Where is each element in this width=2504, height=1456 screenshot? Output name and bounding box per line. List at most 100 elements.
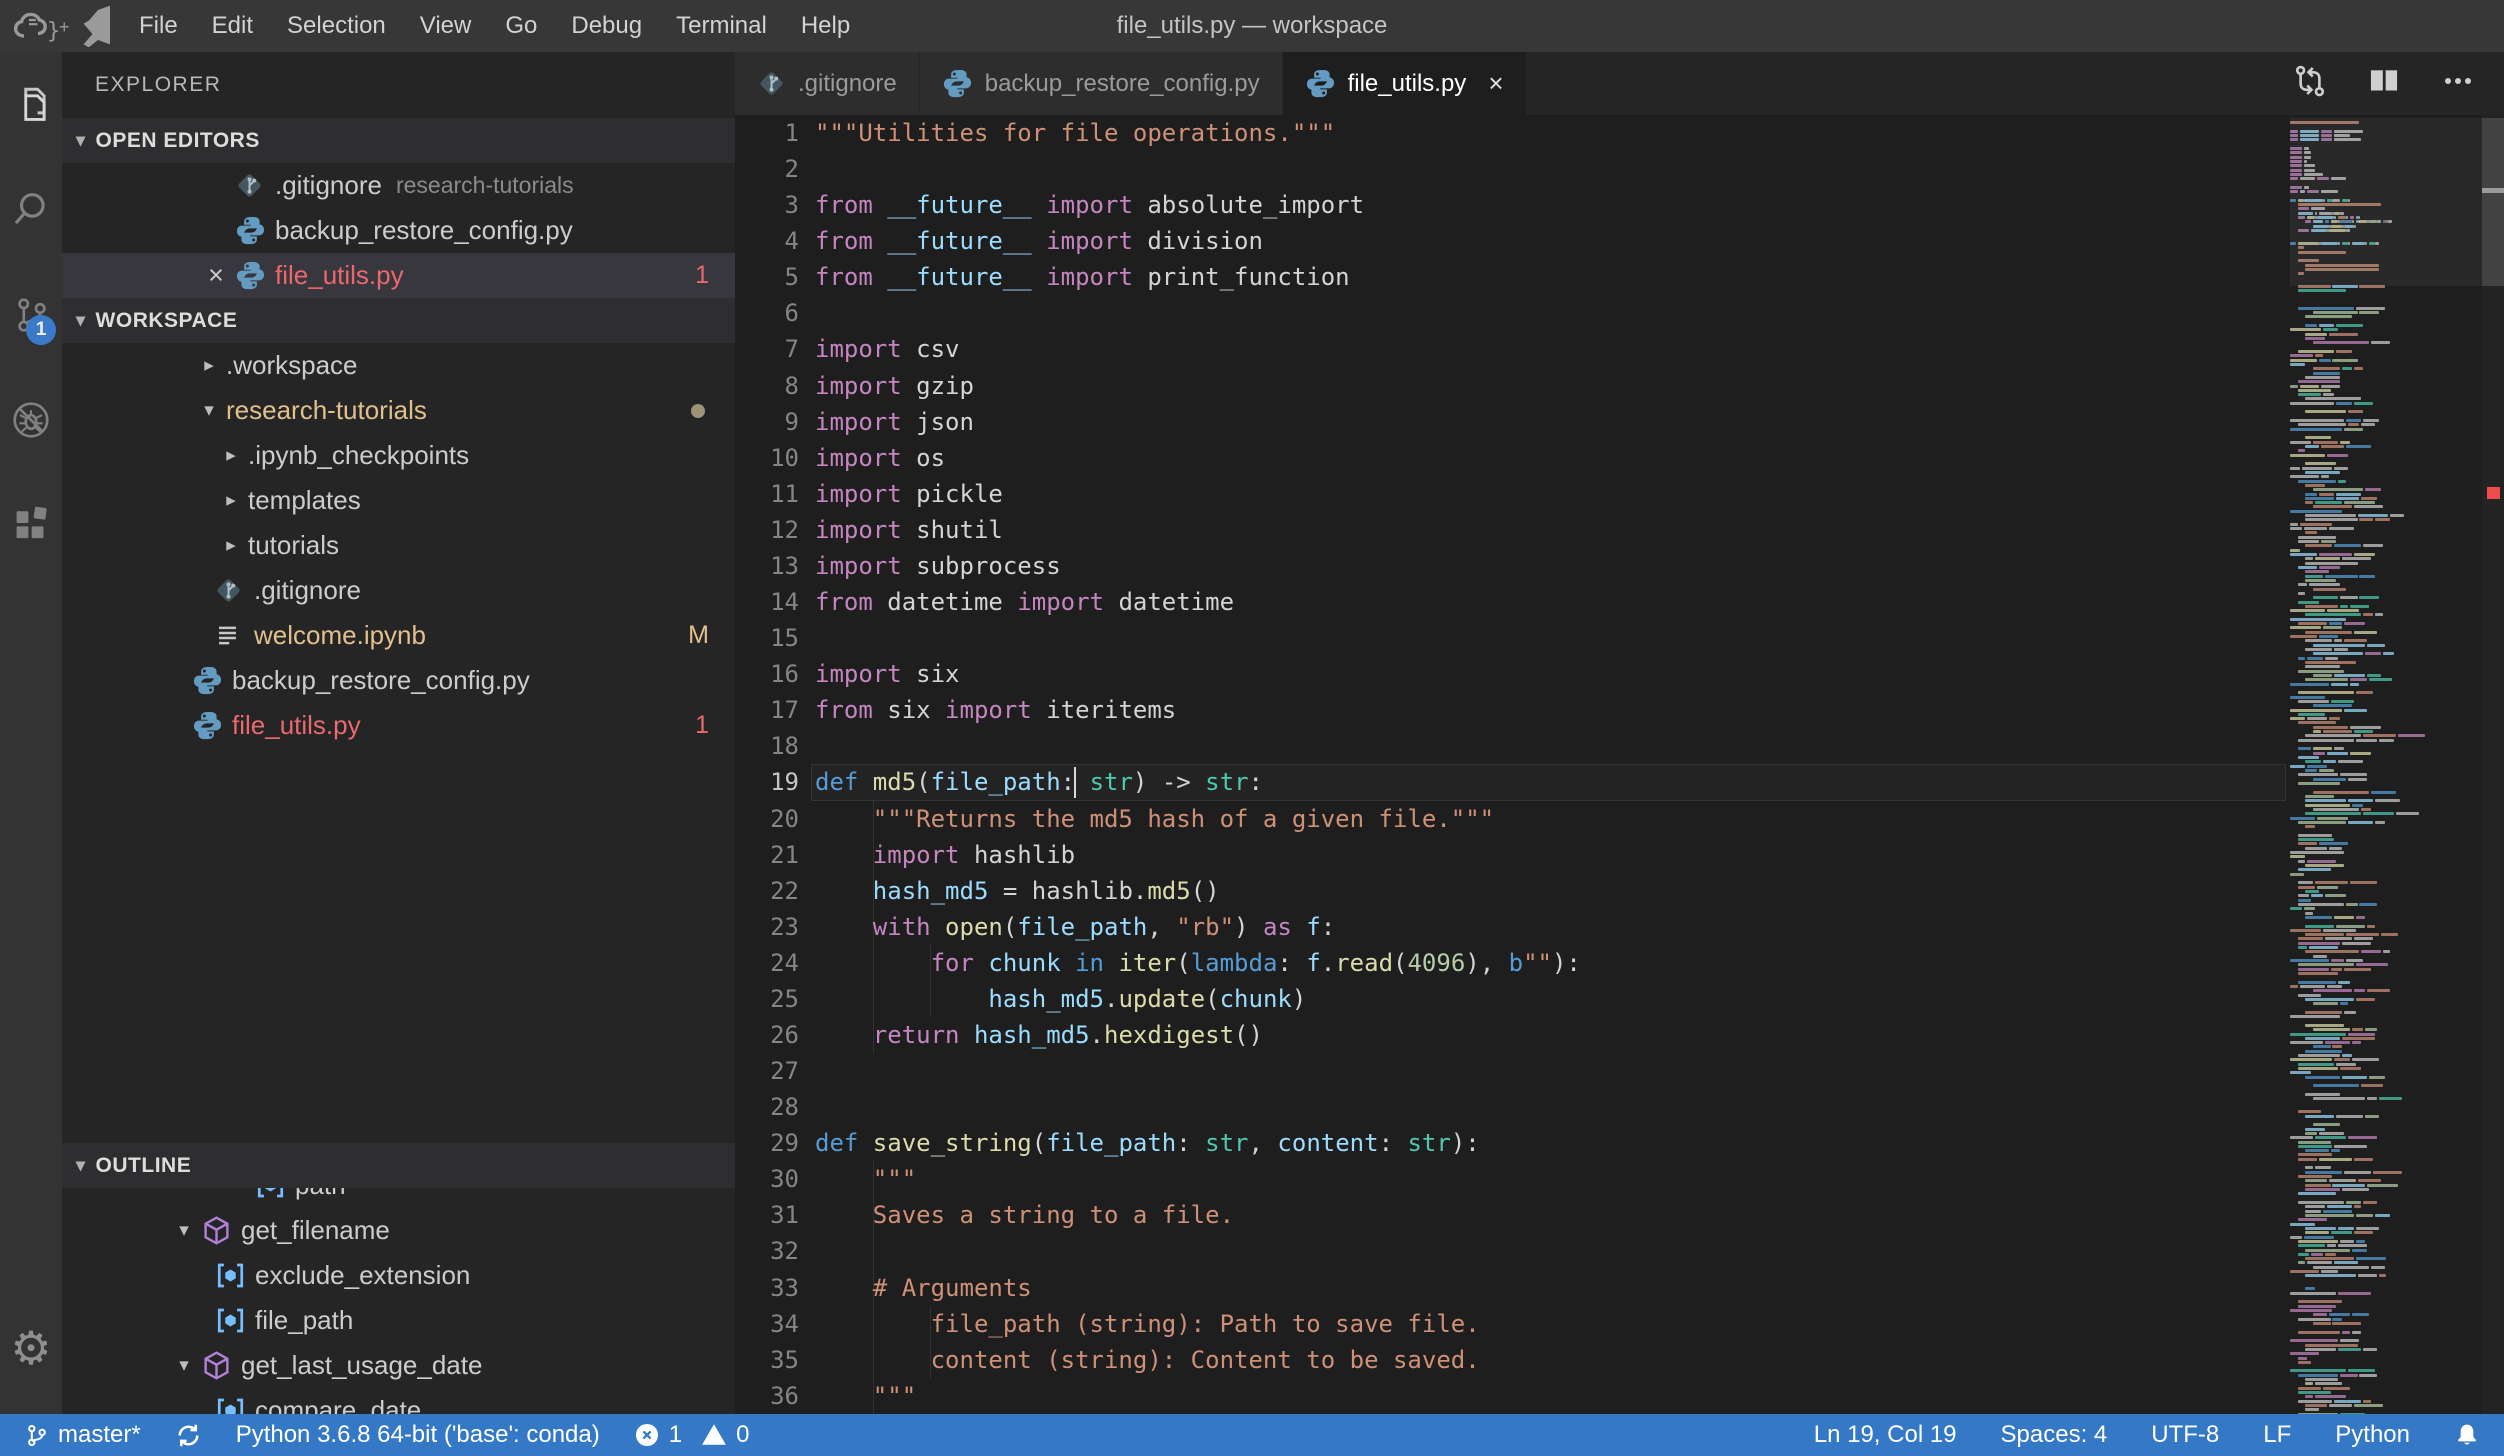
split-editor-button[interactable] [2366, 66, 2402, 102]
minimap-segment [2313, 1123, 2340, 1126]
open-changes-button[interactable] [2292, 66, 2328, 102]
sync-button[interactable] [175, 1422, 202, 1449]
indentation[interactable]: Spaces: 4 [2001, 1421, 2108, 1449]
scrollbar-thumb[interactable] [2482, 118, 2504, 286]
git-branch-status[interactable]: master* [24, 1421, 141, 1449]
outline-header[interactable]: ▾ OUTLINE [62, 1143, 735, 1188]
workspace-header[interactable]: ▾ WORKSPACE [62, 298, 735, 343]
error-icon [634, 1422, 660, 1448]
minimap-line [2290, 1033, 2482, 1036]
app-logo-icon: } + [6, 5, 116, 47]
tree-item--workspace[interactable]: ▸.workspace [62, 343, 735, 388]
outline-item-path[interactable]: path [62, 1188, 735, 1208]
minimap-segment [2329, 847, 2343, 850]
minimap-segment [2298, 449, 2306, 452]
minimap-line [2290, 419, 2482, 422]
tree-item-file-utils-py[interactable]: file_utils.py1 [62, 703, 735, 748]
minimap[interactable] [2290, 115, 2482, 1414]
cursor-position[interactable]: Ln 19, Col 19 [1814, 1421, 1957, 1449]
minimap-slider[interactable] [2290, 118, 2482, 286]
outline-item-compare_date[interactable]: compare_date [62, 1388, 735, 1414]
outline-item-file_path[interactable]: file_path [62, 1298, 735, 1343]
minimap-segment [2321, 385, 2340, 388]
open-editors-header[interactable]: ▾ OPEN EDITORS [62, 118, 735, 163]
minimap-segment [2305, 1348, 2336, 1351]
minimap-segment [2359, 575, 2374, 578]
open-editor-item[interactable]: ×file_utils.py1 [62, 253, 735, 298]
open-editor-item[interactable]: backup_restore_config.py [62, 208, 735, 253]
tab--gitignore[interactable]: .gitignore [735, 52, 920, 115]
outline-item-get_last_usage_date[interactable]: ▾get_last_usage_date [62, 1343, 735, 1388]
minimap-segment [2298, 972, 2339, 975]
tree-item-tutorials[interactable]: ▸tutorials [62, 523, 735, 568]
minimap-line [2290, 1322, 2482, 1325]
tree-item--ipynb-checkpoints[interactable]: ▸.ipynb_checkpoints [62, 433, 735, 478]
minimap-line [2290, 678, 2482, 681]
open-editor-item[interactable]: .gitignoreresearch-tutorials [62, 163, 735, 208]
menu-item-terminal[interactable]: Terminal [659, 0, 784, 52]
tree-item-templates[interactable]: ▸templates [62, 478, 735, 523]
menu-item-go[interactable]: Go [488, 0, 554, 52]
minimap-segment [2369, 678, 2392, 681]
more-actions-button[interactable] [2440, 66, 2476, 102]
activity-item-search[interactable] [0, 157, 62, 262]
variable-icon [215, 1395, 255, 1414]
close-icon[interactable]: × [1488, 68, 1503, 99]
minimap-segment [2305, 912, 2313, 915]
menu-item-selection[interactable]: Selection [270, 0, 403, 52]
close-icon[interactable]: × [197, 260, 235, 291]
language-mode[interactable]: Python [2335, 1421, 2410, 1449]
minimap-segment [2290, 873, 2304, 876]
minimap-segment [2290, 467, 2300, 470]
activity-item-extensions[interactable] [0, 472, 62, 577]
tab-file-utils-py[interactable]: file_utils.py× [1283, 52, 1527, 115]
minimap-segment [2298, 1305, 2337, 1308]
menu-item-help[interactable]: Help [784, 0, 867, 52]
minimap-segment [2298, 842, 2317, 845]
minimap-segment [2371, 791, 2396, 794]
code-editor[interactable]: 1"""Utilities for file operations."""23f… [735, 115, 2504, 1414]
encoding[interactable]: UTF-8 [2151, 1421, 2219, 1449]
minimap-line [2290, 639, 2482, 642]
minimap-segment [2354, 367, 2364, 370]
notifications-bell[interactable] [2454, 1422, 2480, 1448]
method-icon [201, 1215, 241, 1246]
minimap-segment [2290, 1071, 2311, 1074]
tree-item-welcome-ipynb[interactable]: welcome.ipynbM [62, 613, 735, 658]
tree-item--gitignore[interactable]: .gitignore [62, 568, 735, 613]
minimap-line [2290, 1253, 2482, 1256]
code-line: import pickle [815, 476, 1003, 512]
menu-item-edit[interactable]: Edit [195, 0, 270, 52]
tab-backup-restore-config-py[interactable]: backup_restore_config.py [920, 52, 1283, 115]
python-interpreter[interactable]: Python 3.6.8 64-bit ('base': conda) [236, 1421, 600, 1449]
minimap-segment [2358, 1274, 2377, 1277]
outline-item-get_filename[interactable]: ▾get_filename [62, 1208, 735, 1253]
minimap-line [2290, 808, 2482, 811]
menu-item-view[interactable]: View [403, 0, 489, 52]
python-file-icon [942, 68, 973, 99]
minimap-line [2290, 510, 2482, 513]
menu-item-file[interactable]: File [122, 0, 195, 52]
tree-item-badge: 1 [695, 711, 709, 740]
outline-item-exclude_extension[interactable]: exclude_extension [62, 1253, 735, 1298]
activity-item-explorer[interactable] [0, 52, 62, 157]
tree-item-research-tutorials[interactable]: ▾research-tutorials [62, 388, 735, 433]
menu-item-debug[interactable]: Debug [554, 0, 659, 52]
activity-item-debug[interactable] [0, 367, 62, 472]
problems-status[interactable]: 10 [634, 1421, 750, 1449]
minimap-segment [2305, 1115, 2334, 1118]
editor-scrollbar[interactable] [2482, 115, 2504, 1414]
eol[interactable]: LF [2263, 1421, 2291, 1449]
minimap-segment [2338, 760, 2363, 763]
activity-item-settings[interactable]: ⚙ [0, 1295, 62, 1400]
minimap-segment [2305, 1179, 2326, 1182]
tree-item-backup-restore-config-py[interactable]: backup_restore_config.py [62, 658, 735, 703]
minimap-segment [2348, 1033, 2375, 1036]
minimap-segment [2346, 959, 2363, 962]
minimap-line [2290, 1110, 2482, 1113]
minimap-line [2290, 436, 2482, 439]
activity-item-source-control[interactable]: 1 [0, 262, 62, 367]
line-number: 36 [735, 1378, 799, 1414]
minimap-segment [2354, 730, 2373, 733]
minimap-segment [2356, 739, 2377, 742]
